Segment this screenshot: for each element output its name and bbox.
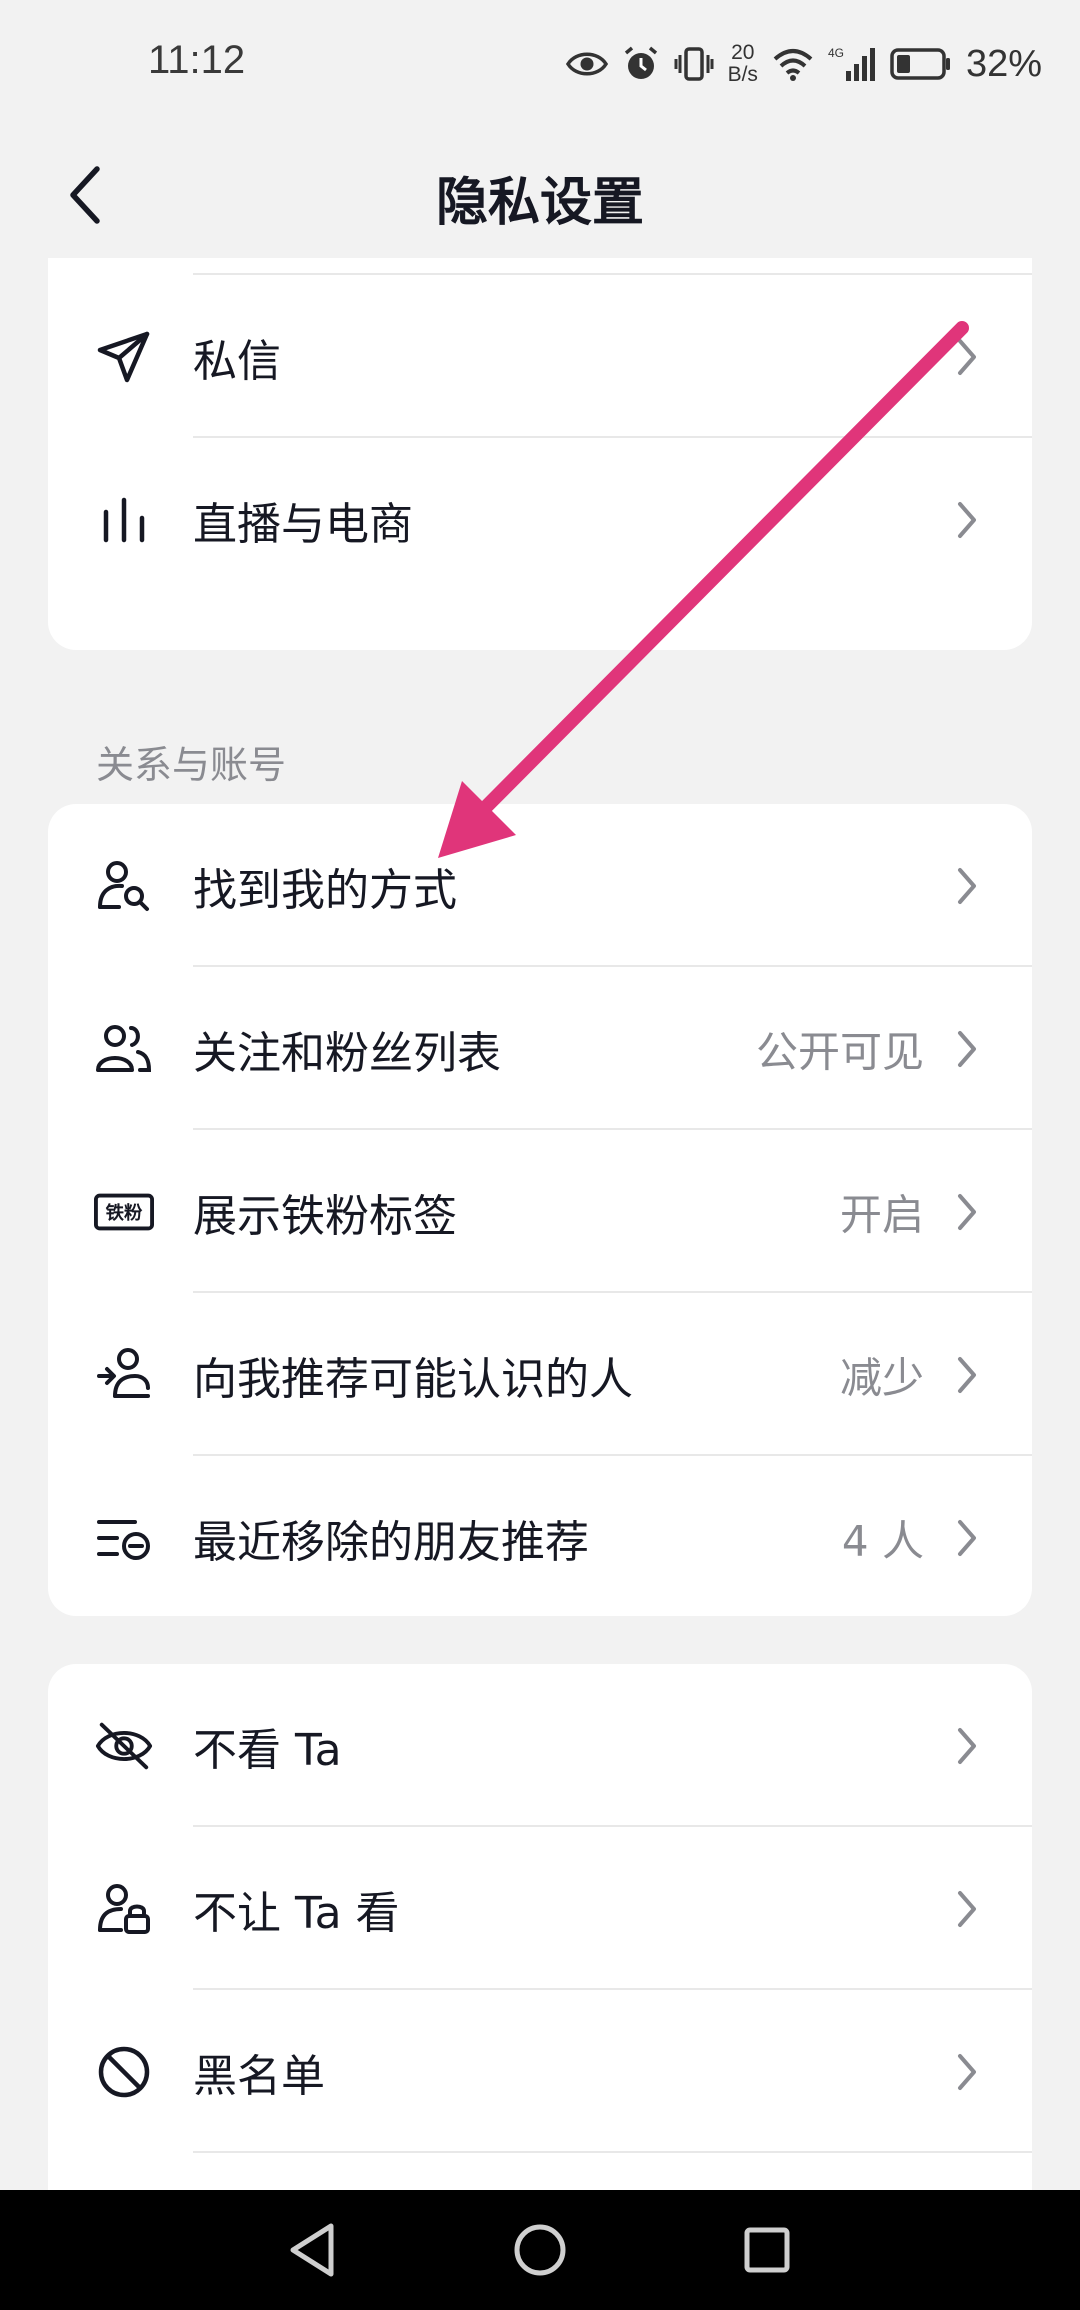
user-lock-icon [94,1879,154,1939]
setting-row-label: 私信 [193,335,281,387]
setting-row-live-commerce[interactable]: 直播与电商 [48,438,1032,601]
setting-row-recommend-people[interactable]: 向我推荐可能认识的人 减少 [48,1293,1032,1456]
setting-row-label: 向我推荐可能认识的人 [193,1353,633,1405]
setting-row-label: 展示铁粉标签 [193,1190,457,1242]
paper-plane-icon [94,327,154,387]
chevron-right-icon [952,1887,982,1931]
setting-row-dont-see-them[interactable]: 不看 Ta [48,1664,1032,1827]
setting-row-label: 最近移除的朋友推荐 [193,1516,589,1568]
fan-badge-icon: 铁粉 [94,1182,154,1242]
setting-row-favorites[interactable]: 收藏 [48,258,1032,275]
user-search-icon [94,856,154,916]
wifi-icon [772,47,814,81]
chevron-right-icon [952,498,982,542]
users-icon [94,1019,154,1079]
setting-row-blacklist[interactable]: 黑名单 [48,1990,1032,2153]
chevron-right-icon [952,2050,982,2094]
setting-row-find-me[interactable]: 找到我的方式 [48,804,1032,967]
nav-home-button[interactable] [495,2205,585,2295]
battery-icon [890,47,952,81]
chevron-right-icon [952,864,982,908]
setting-row-hide-from-them[interactable]: 不让 Ta 看 [48,1827,1032,1990]
triangle-back-icon [290,2223,334,2277]
bars-icon [94,490,154,550]
chevron-right-icon [952,1027,982,1071]
alarm-icon [622,45,660,83]
net-speed-unit: B/s [727,63,758,86]
square-recents-icon [744,2227,790,2273]
nav-recents-button[interactable] [722,2205,812,2295]
eye-off-icon [94,1716,154,1776]
setting-row-value: 减少 [839,1353,924,1402]
setting-row-removed-recommendations[interactable]: 最近移除的朋友推荐 4 人 [48,1456,1032,1616]
setting-row-label: 直播与电商 [193,498,413,550]
setting-row-label: 黑名单 [193,2050,325,2102]
list-removed-icon [94,1508,154,1568]
card-content-settings: 收藏 私信 直播与电商 [48,258,1032,650]
system-nav-bar [0,2190,1080,2310]
vibrate-icon [674,45,714,83]
block-icon [94,2042,154,2102]
setting-row-value: 4 人 [841,1516,924,1565]
fan-badge-text: 铁粉 [106,1201,143,1223]
setting-row-label: 关注和粉丝列表 [193,1027,501,1079]
eye-icon [565,49,608,79]
status-bar: 11:12 20 B/s 4G 32% [0,0,1080,130]
card-blocking: 不看 Ta 不让 Ta 看 黑名单 [48,1664,1032,2190]
status-time: 11:12 [148,38,246,82]
chevron-right-icon [952,1190,982,1234]
net-speed: 20 B/s [728,42,758,86]
setting-row-follow-list[interactable]: 关注和粉丝列表 公开可见 [48,967,1032,1130]
setting-row-label: 不看 Ta [193,1724,342,1776]
nav-back-button[interactable] [268,2205,358,2295]
setting-row-value: 公开可见 [755,1027,924,1076]
divider [193,2151,1032,2153]
section-header-relations: 关系与账号 [96,743,287,787]
circle-home-icon [514,2224,566,2276]
signal-icon: 4G [828,45,876,83]
battery-percent: 32% [965,42,1042,85]
net-speed-value: 20 [731,41,755,64]
settings-list[interactable]: 收藏 私信 直播与电商 关系与账号 [0,258,1080,2190]
status-icons: 20 B/s 4G 32% [565,36,1042,92]
network-type-label: 4G [828,46,844,60]
user-recommend-icon [94,1345,154,1405]
setting-row-messages[interactable]: 私信 [48,275,1032,438]
setting-row-fan-badge[interactable]: 铁粉 展示铁粉标签 开启 [48,1130,1032,1293]
screen: 11:12 20 B/s 4G 32% 隐私设置 私信 直播与电商 关系与账号 … [0,0,1080,2310]
page-title: 隐私设置 [435,173,644,233]
chevron-right-icon [952,335,982,379]
setting-row-value: 开启 [839,1190,924,1239]
setting-row-label: 不让 Ta 看 [193,1887,400,1939]
setting-row-label: 找到我的方式 [193,864,457,916]
chevron-right-icon [952,1353,982,1397]
card-relations: 找到我的方式 关注和粉丝列表 公开可见 铁粉 展示铁粉标签 开启 向我推荐可能认… [48,804,1032,1616]
chevron-right-icon [952,1724,982,1768]
title-bar: 隐私设置 [0,130,1080,260]
chevron-right-icon [952,1516,982,1560]
